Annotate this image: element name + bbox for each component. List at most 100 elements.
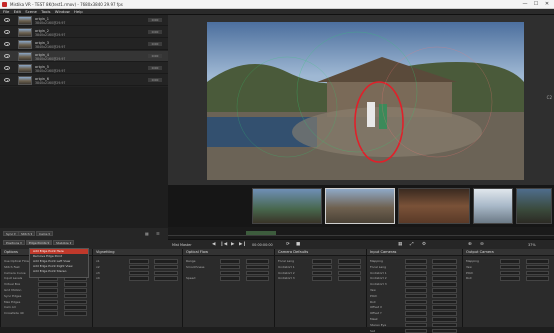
zoom-out-icon[interactable]: ⊖	[480, 242, 484, 248]
value-field[interactable]	[432, 270, 458, 276]
close-button[interactable]: ✕	[542, 1, 552, 8]
zoom-in-icon[interactable]: ⊕	[468, 242, 472, 248]
clip-row[interactable]: origin_6 3840x2160@29.97 0:00	[0, 75, 168, 86]
visibility-eye-icon[interactable]	[4, 66, 10, 70]
maximize-button[interactable]: ☐	[531, 1, 541, 8]
value-field[interactable]	[219, 276, 241, 281]
clip-row[interactable]: origin_1 3840x2160@29.97 0:00	[0, 15, 168, 26]
value-field[interactable]	[525, 276, 550, 281]
value-field[interactable]	[311, 259, 333, 264]
edge-points-dropdown[interactable]: Edge Points ▾	[26, 240, 52, 245]
camera-thumbnail[interactable]	[398, 188, 470, 224]
play-button[interactable]: ▶	[231, 242, 234, 248]
value-field[interactable]	[337, 264, 362, 270]
value-field[interactable]	[311, 264, 333, 270]
value-field[interactable]	[405, 259, 427, 264]
value-field[interactable]	[432, 328, 458, 333]
clip-badge[interactable]: 0:00	[148, 54, 162, 58]
value-field[interactable]	[499, 264, 521, 270]
minimize-button[interactable]: —	[520, 1, 530, 8]
clip-badge[interactable]: 0:00	[148, 66, 162, 70]
camera-thumbnail[interactable]	[473, 188, 513, 224]
value-field[interactable]	[129, 276, 149, 281]
camera-thumbnail[interactable]	[252, 188, 322, 224]
value-field[interactable]	[63, 311, 88, 316]
timecode-display[interactable]: 00:00:00:00	[252, 242, 273, 248]
value-field[interactable]	[63, 293, 88, 299]
value-field[interactable]	[432, 282, 458, 287]
value-field[interactable]	[525, 264, 550, 270]
value-field[interactable]	[245, 264, 270, 270]
value-field[interactable]	[405, 311, 427, 316]
value-field[interactable]	[311, 276, 333, 281]
value-field[interactable]	[37, 299, 59, 305]
value-field[interactable]	[63, 305, 88, 310]
value-field[interactable]	[432, 305, 458, 310]
positions-dropdown[interactable]: Positions ▾	[3, 240, 25, 245]
value-field[interactable]	[432, 259, 458, 264]
sync-dropdown[interactable]: Sync ▾	[3, 231, 19, 236]
value-field[interactable]	[525, 259, 550, 264]
viewer-image[interactable]	[207, 22, 524, 180]
value-field[interactable]	[337, 270, 362, 276]
value-field[interactable]	[405, 299, 427, 305]
value-field[interactable]	[245, 259, 270, 264]
stitch-dropdown[interactable]: Stitch ▾	[18, 231, 36, 236]
value-field[interactable]	[432, 264, 458, 270]
visibility-eye-icon[interactable]	[4, 78, 10, 82]
visibility-eye-icon[interactable]	[4, 30, 10, 34]
value-field[interactable]	[432, 311, 458, 316]
clip-badge[interactable]: 0:00	[148, 18, 162, 22]
value-field[interactable]	[37, 305, 59, 310]
value-field[interactable]	[499, 276, 521, 281]
value-field[interactable]	[129, 270, 149, 276]
visibility-eye-icon[interactable]	[4, 54, 10, 58]
settings-icon[interactable]: ⚙	[422, 242, 426, 248]
value-field[interactable]	[432, 276, 458, 281]
step-forward-button[interactable]: ▶❙	[239, 242, 246, 248]
clip-row[interactable]: origin_2 3840x2160@29.97 0:00	[0, 27, 168, 38]
value-field[interactable]	[311, 270, 333, 276]
value-field[interactable]	[405, 276, 427, 281]
value-field[interactable]	[405, 264, 427, 270]
value-field[interactable]	[432, 299, 458, 305]
step-back-button[interactable]: ❙◀	[220, 242, 227, 248]
value-field[interactable]	[63, 282, 88, 287]
value-field[interactable]	[499, 270, 521, 276]
value-field[interactable]	[525, 270, 550, 276]
value-field[interactable]	[37, 282, 59, 287]
value-field[interactable]	[405, 305, 427, 310]
menu-item-add-edge-stereo[interactable]: Add Edge Point Stereo	[30, 269, 88, 274]
clip-badge[interactable]: 0:00	[148, 30, 162, 34]
grid-view-icon[interactable]: ▦	[145, 231, 149, 236]
stop-button[interactable]: ■	[296, 242, 300, 248]
value-field[interactable]	[499, 259, 521, 264]
value-field[interactable]	[154, 276, 178, 281]
value-field[interactable]	[154, 270, 178, 276]
zoom-level[interactable]: 37%	[528, 242, 536, 248]
value-field[interactable]	[37, 288, 59, 293]
stabilize-dropdown[interactable]: Stabilize ▾	[53, 240, 75, 245]
visibility-eye-icon[interactable]	[4, 18, 10, 22]
value-field[interactable]	[432, 288, 458, 293]
value-field[interactable]	[219, 270, 241, 276]
play-reverse-button[interactable]: ◀	[212, 242, 215, 248]
value-field[interactable]	[154, 259, 178, 264]
value-field[interactable]	[129, 264, 149, 270]
value-field[interactable]	[405, 282, 427, 287]
value-field[interactable]	[405, 328, 427, 333]
value-field[interactable]	[63, 288, 88, 293]
value-field[interactable]	[405, 293, 427, 299]
grid-icon[interactable]: ▦	[398, 242, 402, 248]
value-field[interactable]	[432, 293, 458, 299]
value-field[interactable]	[219, 259, 241, 264]
value-field[interactable]	[245, 270, 270, 276]
camera-thumbnail[interactable]	[516, 188, 552, 224]
fit-icon[interactable]: ⤢	[410, 242, 414, 248]
clip-badge[interactable]: 0:00	[148, 42, 162, 46]
camera-thumbnail-selected[interactable]	[325, 188, 395, 224]
list-view-icon[interactable]: ☰	[156, 231, 160, 236]
value-field[interactable]	[337, 259, 362, 264]
value-field[interactable]	[405, 270, 427, 276]
clip-row[interactable]: origin_3 3840x2160@29.97 0:00	[0, 39, 168, 50]
